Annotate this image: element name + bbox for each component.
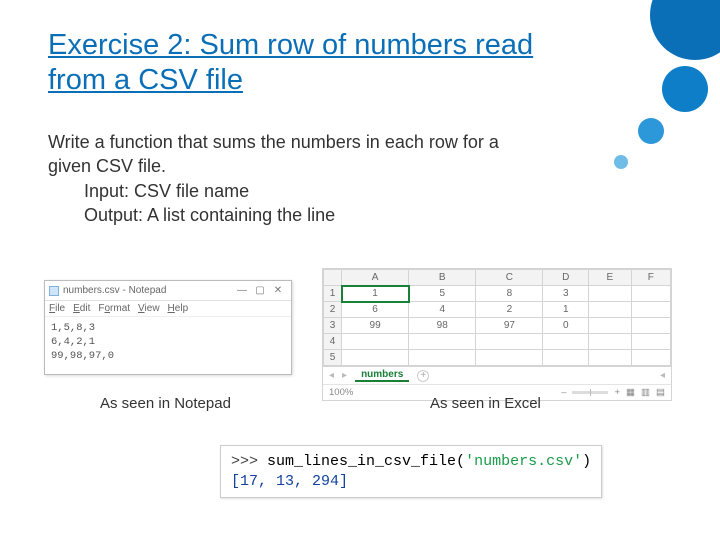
cell bbox=[409, 334, 476, 350]
cell bbox=[631, 318, 670, 334]
prompt: >>> bbox=[231, 453, 267, 470]
cell: 3 bbox=[543, 286, 589, 302]
caption-excel: As seen in Excel bbox=[430, 395, 541, 412]
slide-title: Exercise 2: Sum row of numbers read from… bbox=[48, 28, 568, 98]
cell: 8 bbox=[476, 286, 543, 302]
menu-format: Format bbox=[98, 303, 130, 314]
excel-corner bbox=[324, 270, 342, 286]
cell bbox=[589, 318, 631, 334]
caption-notepad: As seen in Notepad bbox=[100, 395, 231, 412]
cell bbox=[476, 350, 543, 366]
string-arg: 'numbers.csv' bbox=[465, 453, 582, 470]
desc-input: Input: CSV file name bbox=[84, 179, 518, 203]
excel-tabs: ◂ ▸ numbers + ◂ bbox=[323, 366, 671, 384]
zoom-controls: – + ▦ ▥ ▤ bbox=[561, 387, 665, 398]
table-row: 5 bbox=[324, 350, 671, 366]
deco-circle-med bbox=[662, 66, 708, 112]
table-row: 1 1 5 8 3 bbox=[324, 286, 671, 302]
table-row: 3 99 98 97 0 bbox=[324, 318, 671, 334]
cell: 6 bbox=[342, 302, 409, 318]
sheet-tab: numbers bbox=[355, 369, 409, 382]
menu-edit: Edit bbox=[73, 303, 90, 314]
cell bbox=[631, 334, 670, 350]
row-header: 5 bbox=[324, 350, 342, 366]
cell bbox=[589, 334, 631, 350]
cell: 1 bbox=[543, 302, 589, 318]
cell bbox=[543, 350, 589, 366]
deco-circle-large bbox=[650, 0, 720, 60]
excel-grid: A B C D E F 1 1 5 8 3 2 6 4 2 1 3 99 bbox=[323, 269, 671, 366]
cell bbox=[589, 350, 631, 366]
row-header: 3 bbox=[324, 318, 342, 334]
excel-header-row: A B C D E F bbox=[324, 270, 671, 286]
cell bbox=[631, 302, 670, 318]
scroll-left-icon: ◂ bbox=[660, 370, 665, 381]
col-header: A bbox=[342, 270, 409, 286]
view-page-icon: ▥ bbox=[641, 387, 650, 398]
paren-close: ) bbox=[582, 453, 591, 470]
cell bbox=[589, 302, 631, 318]
cell: 99 bbox=[342, 318, 409, 334]
cell: 2 bbox=[476, 302, 543, 318]
minimize-icon: — bbox=[233, 285, 251, 296]
zoom-label: 100% bbox=[329, 387, 353, 398]
desc-output: Output: A list containing the line bbox=[84, 203, 518, 227]
col-header: E bbox=[589, 270, 631, 286]
cell: 98 bbox=[409, 318, 476, 334]
python-shell-box: >>> sum_lines_in_csv_file('numbers.csv')… bbox=[220, 445, 602, 498]
cell: 97 bbox=[476, 318, 543, 334]
cell bbox=[342, 334, 409, 350]
cell bbox=[543, 334, 589, 350]
cell bbox=[342, 350, 409, 366]
cell bbox=[589, 286, 631, 302]
view-normal-icon: ▦ bbox=[626, 387, 635, 398]
cell bbox=[631, 350, 670, 366]
deco-circle-small bbox=[638, 118, 664, 144]
func-name: sum_lines_in_csv_file bbox=[267, 453, 456, 470]
cell: 5 bbox=[409, 286, 476, 302]
notepad-icon bbox=[49, 286, 59, 296]
maximize-icon: ▢ bbox=[251, 285, 269, 296]
notepad-title: numbers.csv - Notepad bbox=[63, 285, 166, 296]
paren-open: ( bbox=[456, 453, 465, 470]
col-header: B bbox=[409, 270, 476, 286]
cell bbox=[631, 286, 670, 302]
zoom-in-icon: + bbox=[614, 387, 620, 398]
notepad-window: numbers.csv - Notepad — ▢ ✕ File Edit Fo… bbox=[44, 280, 292, 375]
desc-line: Write a function that sums the numbers i… bbox=[48, 130, 518, 179]
row-header: 2 bbox=[324, 302, 342, 318]
tab-prev-icon: ◂ bbox=[329, 370, 334, 381]
cell bbox=[409, 350, 476, 366]
add-sheet-icon: + bbox=[417, 370, 429, 382]
col-header: C bbox=[476, 270, 543, 286]
code-line-input: >>> sum_lines_in_csv_file('numbers.csv') bbox=[231, 452, 591, 472]
deco-circle-xsmall bbox=[614, 155, 628, 169]
notepad-content: 1,5,8,3 6,4,2,1 99,98,97,0 bbox=[45, 317, 291, 374]
col-header: F bbox=[631, 270, 670, 286]
menu-file: File bbox=[49, 303, 65, 314]
exercise-description: Write a function that sums the numbers i… bbox=[48, 130, 518, 227]
cell: 4 bbox=[409, 302, 476, 318]
menu-help: Help bbox=[168, 303, 189, 314]
col-header: D bbox=[543, 270, 589, 286]
row-header: 4 bbox=[324, 334, 342, 350]
close-icon: ✕ bbox=[269, 285, 287, 296]
notepad-titlebar: numbers.csv - Notepad — ▢ ✕ bbox=[45, 281, 291, 301]
view-break-icon: ▤ bbox=[656, 387, 665, 398]
cell: 0 bbox=[543, 318, 589, 334]
cell: 1 bbox=[342, 286, 409, 302]
row-header: 1 bbox=[324, 286, 342, 302]
table-row: 4 bbox=[324, 334, 671, 350]
cell bbox=[476, 334, 543, 350]
notepad-menu: File Edit Format View Help bbox=[45, 301, 291, 317]
excel-window: A B C D E F 1 1 5 8 3 2 6 4 2 1 3 99 bbox=[322, 268, 672, 401]
tab-next-icon: ▸ bbox=[342, 370, 347, 381]
menu-view: View bbox=[138, 303, 160, 314]
code-output: [17, 13, 294] bbox=[231, 472, 591, 492]
zoom-out-icon: – bbox=[561, 387, 566, 398]
table-row: 2 6 4 2 1 bbox=[324, 302, 671, 318]
zoom-slider bbox=[572, 391, 608, 394]
